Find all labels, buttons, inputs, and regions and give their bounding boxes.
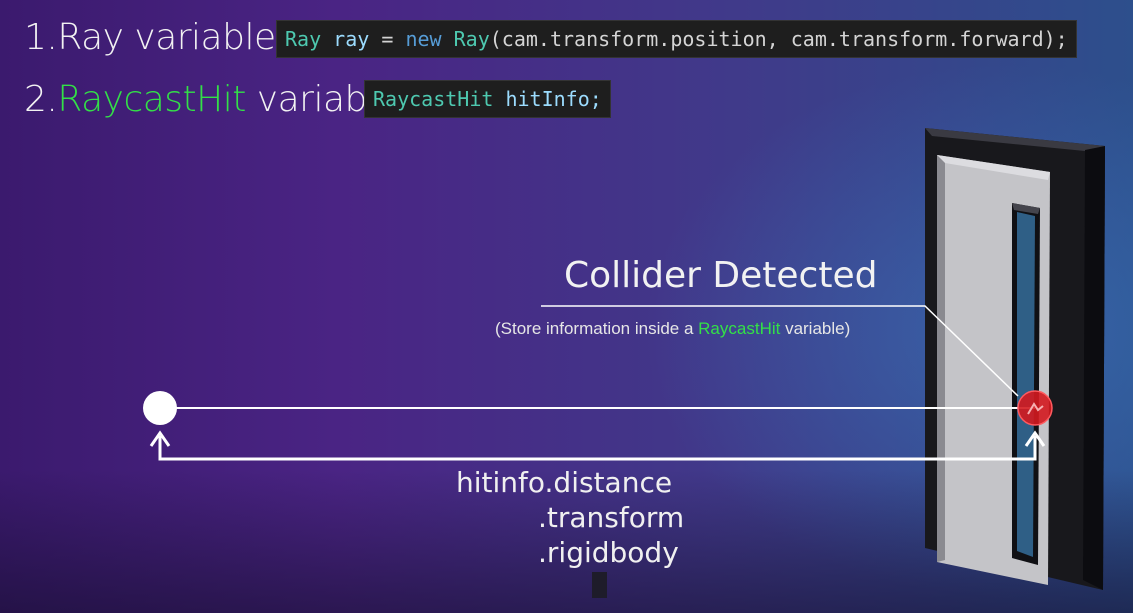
collider-detected-title: Collider Detected <box>564 255 878 296</box>
subtitle-text: (Store information inside a <box>495 319 699 338</box>
distance-bracket <box>158 436 1037 461</box>
hit-point-icon <box>1017 390 1053 426</box>
property-transform: .transform <box>538 501 685 534</box>
property-rigidbody: .rigidbody <box>538 536 679 569</box>
origin-point-icon <box>143 391 177 425</box>
store-info-subtitle: (Store information inside a RaycastHit v… <box>495 318 850 340</box>
door-image <box>925 128 1105 590</box>
subtitle-highlight: RaycastHit <box>698 319 781 338</box>
property-distance: hitinfo.distance <box>456 466 673 499</box>
subtitle-text: variable) <box>780 319 851 338</box>
text-cursor <box>592 572 607 598</box>
